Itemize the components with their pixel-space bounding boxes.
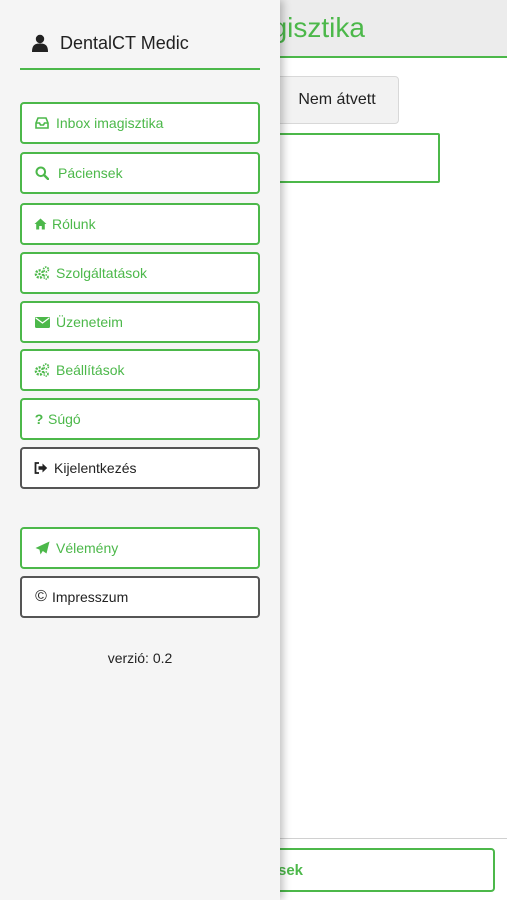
menu-item-patients[interactable]: Páciensek — [20, 152, 260, 194]
copyright-icon: © — [35, 588, 47, 605]
gears-icon — [34, 266, 50, 280]
menu-item-label: Üzeneteim — [56, 314, 123, 330]
menu-item-inbox[interactable]: Inbox imagisztika — [20, 102, 260, 144]
menu-item-label: Beállítások — [56, 362, 125, 378]
menu-item-label: Szolgáltatások — [56, 265, 148, 281]
menu-item-imprint[interactable]: © Impresszum — [20, 576, 260, 618]
app-name: DentalCT Medic — [60, 32, 189, 53]
menu-item-help[interactable]: ? Súgó — [20, 398, 260, 440]
drawer-header: DentalCT Medic — [20, 22, 260, 70]
menu-item-services[interactable]: Szolgáltatások — [20, 252, 260, 294]
home-icon — [34, 217, 47, 231]
menu-item-label: Kijelentkezés — [54, 460, 137, 476]
side-drawer: DentalCT Medic Inbox imagisztika Páciens… — [0, 0, 280, 900]
menu-item-label: Súgó — [48, 411, 81, 427]
envelope-icon — [34, 315, 50, 329]
gears-icon — [34, 363, 50, 377]
inbox-icon — [34, 116, 50, 130]
menu-item-label: Inbox imagisztika — [56, 115, 164, 131]
user-icon — [32, 34, 48, 52]
menu-item-label: Rólunk — [52, 216, 96, 232]
menu-item-about[interactable]: Rólunk — [20, 203, 260, 245]
paper-plane-icon — [34, 541, 50, 555]
search-input[interactable] — [270, 133, 440, 183]
version-label: verzió: 0.2 — [107, 650, 173, 666]
menu-item-label: Páciensek — [58, 165, 123, 181]
sign-out-icon — [34, 461, 48, 475]
menu-item-settings[interactable]: Beállítások — [20, 349, 260, 391]
menu-item-feedback[interactable]: Vélemény — [20, 527, 260, 569]
patients-bottom-button[interactable]: sek — [260, 848, 495, 892]
filter-not-received-button[interactable]: Nem átvett — [275, 76, 399, 124]
menu-item-label: Vélemény — [56, 540, 119, 556]
question-icon: ? — [34, 411, 44, 427]
menu-item-messages[interactable]: Üzeneteim — [20, 301, 260, 343]
menu-item-label: Impresszum — [52, 589, 129, 605]
search-icon — [34, 166, 50, 180]
bottom-divider — [270, 838, 507, 839]
menu-item-logout[interactable]: Kijelentkezés — [20, 447, 260, 489]
